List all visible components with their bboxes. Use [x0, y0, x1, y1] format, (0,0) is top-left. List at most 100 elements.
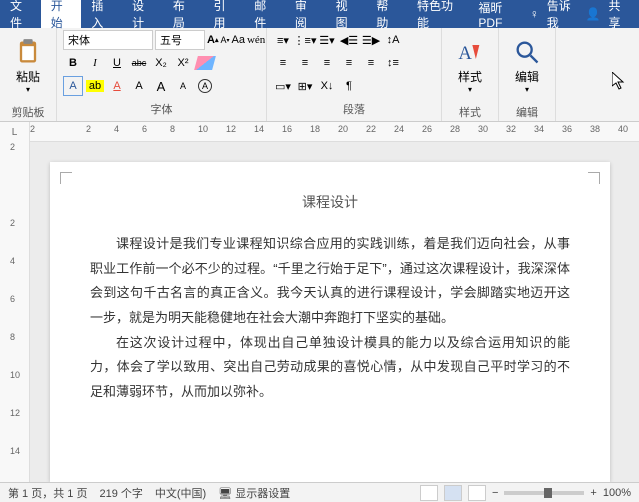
- text-effects-button[interactable]: [195, 53, 215, 73]
- borders-button[interactable]: ⊞▾: [295, 76, 315, 96]
- ruler-mark: 32: [506, 124, 516, 134]
- tab-开始[interactable]: 开始: [41, 0, 82, 28]
- group-editing: 编辑 ▾ 编辑: [499, 28, 556, 121]
- web-layout-button[interactable]: [468, 485, 486, 501]
- decrease-indent-button[interactable]: ◀☰: [339, 30, 359, 50]
- multilevel-button[interactable]: ☰▾: [317, 30, 337, 50]
- ruler-mark: 14: [10, 446, 20, 456]
- tab-设计[interactable]: 设计: [122, 0, 163, 28]
- ruler-mark: 24: [394, 124, 404, 134]
- document-viewport: 课程设计 课程设计是我们专业课程知识综合应用的实践训练，着是我们迈向社会，从事职…: [30, 142, 639, 482]
- tab-帮助[interactable]: 帮助: [366, 0, 407, 28]
- align-center-button[interactable]: ≡: [295, 53, 315, 73]
- document-page[interactable]: 课程设计 课程设计是我们专业课程知识综合应用的实践训练，着是我们迈向社会，从事职…: [50, 162, 610, 482]
- ruler-mark: 30: [478, 124, 488, 134]
- bold-button[interactable]: B: [63, 53, 83, 73]
- change-case-button[interactable]: Aa: [232, 30, 245, 50]
- justify-button[interactable]: ≡: [339, 53, 359, 73]
- tab-引用[interactable]: 引用: [204, 0, 245, 28]
- editing-button[interactable]: 编辑 ▾: [505, 30, 549, 102]
- tab-布局[interactable]: 布局: [163, 0, 204, 28]
- ruler-mark: 40: [618, 124, 628, 134]
- word-count[interactable]: 219 个字: [99, 485, 142, 501]
- phonetic-guide-button[interactable]: wén: [247, 30, 265, 50]
- status-bar: 第 1 页，共 1 页 219 个字 中文(中国) 🖥 显示器设置 − + 10…: [0, 482, 639, 502]
- align-right-button[interactable]: ≡: [317, 53, 337, 73]
- share-button[interactable]: 共享: [608, 0, 629, 31]
- numbering-button[interactable]: ⋮≡▾: [295, 30, 315, 50]
- ruler-mark: 8: [10, 332, 15, 342]
- distribute-button[interactable]: ≡: [361, 53, 381, 73]
- ruler-mark: 22: [366, 124, 376, 134]
- tab-特色功能[interactable]: 特色功能: [407, 0, 468, 28]
- zoom-level[interactable]: 100%: [603, 487, 631, 499]
- char-border-button[interactable]: A: [63, 76, 83, 96]
- tab-视图[interactable]: 视图: [326, 0, 367, 28]
- font-color-button[interactable]: A: [107, 76, 127, 96]
- shrink-font-button[interactable]: A▾: [220, 30, 229, 50]
- group-styles-label: 样式: [448, 102, 492, 122]
- font-size-select[interactable]: [155, 30, 205, 50]
- paste-icon: [14, 38, 42, 66]
- shading-button[interactable]: ▭▾: [273, 76, 293, 96]
- crop-mark: [588, 172, 600, 184]
- shrink-char-button[interactable]: A: [173, 76, 193, 96]
- group-clipboard: 粘贴 ▾ 剪贴板: [0, 28, 57, 121]
- document-title: 课程设计: [90, 192, 570, 212]
- grow-font-button[interactable]: A▴: [207, 30, 218, 50]
- strikethrough-button[interactable]: abc: [129, 53, 149, 73]
- text-direction-button[interactable]: ↕A: [383, 30, 403, 50]
- svg-text:A: A: [458, 43, 472, 64]
- page-count[interactable]: 第 1 页，共 1 页: [8, 485, 87, 501]
- ruler-mark: 10: [10, 370, 20, 380]
- tellme-link[interactable]: 告诉我: [547, 0, 578, 31]
- horizontal-ruler[interactable]: 2246810121416182022242628303234363840: [30, 122, 639, 142]
- show-marks-button[interactable]: ¶: [339, 76, 359, 96]
- ruler-mark: 6: [142, 124, 147, 134]
- display-settings[interactable]: 🖥 显示器设置: [218, 485, 290, 501]
- tab-插入[interactable]: 插入: [81, 0, 122, 28]
- enlarge-char-button[interactable]: A: [151, 76, 171, 96]
- char-shading-button[interactable]: A: [129, 76, 149, 96]
- zoom-slider[interactable]: [504, 491, 584, 495]
- zoom-out-button[interactable]: −: [492, 487, 498, 499]
- underline-button[interactable]: U: [107, 53, 127, 73]
- print-layout-button[interactable]: [444, 485, 462, 501]
- ruler-mark: 36: [562, 124, 572, 134]
- group-font: A▴ A▾ Aa wén B I U abc X₂ X² A ab A A A …: [57, 28, 267, 121]
- ruler-mark: 26: [422, 124, 432, 134]
- highlight-button[interactable]: ab: [85, 76, 105, 96]
- zoom-in-button[interactable]: +: [590, 487, 596, 499]
- ruler-mark: 2: [10, 142, 15, 152]
- styles-label: 样式: [458, 68, 482, 85]
- styles-button[interactable]: A 样式 ▾: [448, 30, 492, 102]
- language[interactable]: 中文(中国): [155, 485, 206, 501]
- tab-文件[interactable]: 文件: [0, 0, 41, 28]
- tab-福昕PDF[interactable]: 福昕PDF: [468, 0, 529, 28]
- ruler-mark: 28: [450, 124, 460, 134]
- sort-button[interactable]: X↓: [317, 76, 337, 96]
- ruler-mark: 8: [170, 124, 175, 134]
- ruler-mark: 2: [30, 124, 35, 134]
- ruler-mark: 34: [534, 124, 544, 134]
- line-spacing-button[interactable]: ↕≡: [383, 53, 403, 73]
- group-font-label: 字体: [63, 99, 260, 119]
- superscript-button[interactable]: X²: [173, 53, 193, 73]
- italic-button[interactable]: I: [85, 53, 105, 73]
- read-mode-button[interactable]: [420, 485, 438, 501]
- enclose-char-button[interactable]: A: [195, 76, 215, 96]
- tab-邮件[interactable]: 邮件: [244, 0, 285, 28]
- ruler-mark: 6: [10, 294, 15, 304]
- subscript-button[interactable]: X₂: [151, 53, 171, 73]
- increase-indent-button[interactable]: ☰▶: [361, 30, 381, 50]
- ruler-mark: 16: [282, 124, 292, 134]
- font-name-select[interactable]: [63, 30, 153, 50]
- bullets-button[interactable]: ≡▾: [273, 30, 293, 50]
- lightbulb-icon: ♀: [530, 7, 539, 21]
- tab-selector[interactable]: L: [0, 122, 30, 142]
- tab-审阅[interactable]: 审阅: [285, 0, 326, 28]
- paste-button[interactable]: 粘贴 ▾: [6, 30, 50, 102]
- align-left-button[interactable]: ≡: [273, 53, 293, 73]
- group-clipboard-label: 剪贴板: [6, 102, 50, 122]
- vertical-ruler[interactable]: 22468101214: [0, 142, 30, 482]
